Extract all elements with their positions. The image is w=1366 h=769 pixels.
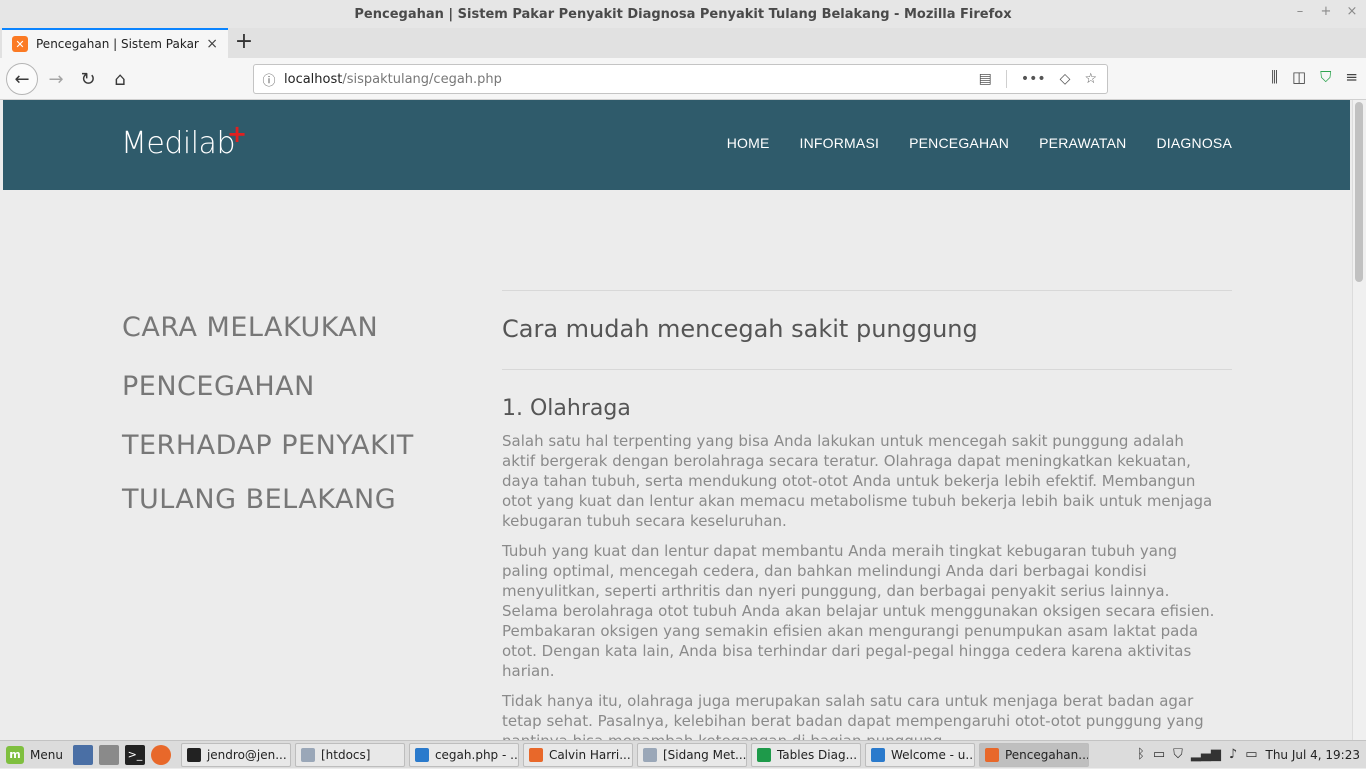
divider [502, 369, 1232, 370]
shield-icon[interactable]: ⛉ [1320, 68, 1331, 86]
quick-launch: >_ [69, 744, 175, 765]
forward-button[interactable]: → [40, 63, 72, 95]
reload-button[interactable]: ↻ [72, 63, 104, 95]
show-desktop-icon[interactable] [72, 744, 93, 765]
paragraph: Tubuh yang kuat dan lentur dapat membant… [502, 542, 1215, 680]
left-heading-line: TULANG BELAKANG [122, 484, 397, 515]
task-label: jendro@jen... [206, 747, 287, 762]
taskbar: m Menu >_ jendro@jen... [htdocs] cegah.p… [0, 740, 1366, 768]
menu-item-pencegahan[interactable]: PENCEGAHAN [909, 135, 1009, 151]
tab-strip: ✕ Pencegahan | Sistem Pakar P × + [0, 28, 1366, 58]
article: Cara mudah mencegah sakit punggung 1. Ol… [502, 290, 1232, 740]
window-titlebar: Pencegahan | Sistem Pakar Penyakit Diagn… [0, 0, 1366, 28]
url-separator [1005, 70, 1007, 88]
volume-icon[interactable]: ♪ [1229, 747, 1237, 762]
system-tray: ᛒ ▭ ⛉ ▂▄▆ ♪ ▭ Thu Jul 4, 19:23 [1137, 747, 1366, 762]
menu-label: Menu [30, 747, 63, 762]
site-menu: HOME INFORMASI PENCEGAHAN PERAWATAN DIAG… [727, 135, 1232, 151]
pocket-icon[interactable]: ◇ [1060, 71, 1071, 87]
navigation-toolbar: ← → ↻ ⌂ ⓘ localhost/sispaktulang/cegah.p… [0, 58, 1366, 100]
clock[interactable]: Thu Jul 4, 19:23 [1266, 748, 1361, 762]
task-label: [htdocs] [320, 747, 371, 762]
bookmark-star-icon[interactable]: ☆ [1084, 71, 1097, 87]
menu-item-home[interactable]: HOME [727, 135, 770, 151]
scrollbar-thumb[interactable] [1355, 102, 1363, 282]
url-bar[interactable]: ⓘ localhost/sispaktulang/cegah.php ▤ •••… [253, 64, 1108, 94]
sidebar-icon[interactable]: ◫ [1292, 68, 1306, 86]
task-label: Pencegahan... [1004, 747, 1089, 762]
bluetooth-icon[interactable]: ᛒ [1137, 747, 1145, 762]
tab-title: Pencegahan | Sistem Pakar P [36, 37, 200, 51]
sheets-icon [756, 747, 771, 762]
left-heading-line: PENCEGAHAN [122, 371, 315, 402]
page-actions-icon[interactable]: ••• [1021, 71, 1046, 87]
task-firefox-pencegahan[interactable]: Pencegahan... [978, 742, 1089, 767]
task-firefox-calvin[interactable]: Calvin Harri... [522, 742, 633, 767]
page-viewport: Medilab + HOME INFORMASI PENCEGAHAN PERA… [0, 100, 1366, 740]
site-info-icon[interactable]: ⓘ [254, 70, 284, 89]
site-logo[interactable]: Medilab [121, 126, 235, 161]
window-controls: – + × [1294, 4, 1358, 19]
site-header: Medilab + HOME INFORMASI PENCEGAHAN PERA… [3, 100, 1350, 190]
menu-item-perawatan[interactable]: PERAWATAN [1039, 135, 1126, 151]
task-vscode-cegah[interactable]: cegah.php - ... [408, 742, 519, 767]
toolbar-right: ⫼ ◫ ⛉ ≡ [1271, 68, 1358, 86]
left-heading-line: TERHADAP PENYAKIT [122, 430, 414, 461]
terminal-icon [186, 747, 201, 762]
tab-pencegahan[interactable]: ✕ Pencegahan | Sistem Pakar P × [2, 28, 228, 58]
paragraph: Salah satu hal terpenting yang bisa Anda… [502, 432, 1213, 530]
window-title: Pencegahan | Sistem Pakar Penyakit Diagn… [354, 6, 1012, 22]
task-label: cegah.php - ... [434, 747, 519, 762]
terminal-icon[interactable]: >_ [124, 744, 145, 765]
file-manager-icon[interactable] [98, 744, 119, 765]
divider [502, 290, 1232, 291]
reader-view-icon[interactable]: ▤ [979, 71, 992, 87]
logo-plus-icon: + [227, 120, 248, 148]
url-host: localhost [284, 71, 343, 87]
close-window-icon[interactable]: × [1346, 4, 1358, 19]
hamburger-menu-icon[interactable]: ≡ [1345, 68, 1358, 86]
task-htdocs[interactable]: [htdocs] [294, 742, 405, 767]
subsection-title: 1. Olahraga [502, 396, 631, 421]
maximize-icon[interactable]: + [1320, 4, 1332, 19]
task-sidang[interactable]: [Sidang Met... [636, 742, 747, 767]
firefox-icon [984, 747, 999, 762]
task-label: [Sidang Met... [662, 747, 747, 762]
mint-logo-icon: m [6, 745, 24, 764]
left-heading: CARA MELAKUKAN PENCEGAHAN TERHADAP PENYA… [122, 298, 462, 524]
library-icon[interactable]: ⫼ [1271, 68, 1278, 86]
task-label: Welcome - u... [890, 747, 975, 762]
vscode-icon [414, 747, 429, 762]
xampp-favicon-icon: ✕ [12, 36, 28, 52]
task-terminal[interactable]: jendro@jen... [180, 742, 291, 767]
network-icon[interactable]: ▂▄▆ [1191, 747, 1221, 762]
task-vscode-welcome[interactable]: Welcome - u... [864, 742, 975, 767]
tab-close-icon[interactable]: × [206, 36, 218, 52]
task-tables[interactable]: Tables Diag... [750, 742, 861, 767]
paragraph: Tidak hanya itu, olahraga juga merupakan… [502, 692, 1204, 740]
task-label: Tables Diag... [776, 747, 858, 762]
task-label: Calvin Harri... [548, 747, 631, 762]
start-menu-button[interactable]: m Menu [0, 741, 69, 769]
vscode-icon [870, 747, 885, 762]
url-text[interactable]: localhost/sispaktulang/cegah.php [284, 72, 979, 87]
back-button[interactable]: ← [6, 63, 38, 95]
minimize-icon[interactable]: – [1294, 4, 1306, 19]
menu-item-diagnosa[interactable]: DIAGNOSA [1156, 135, 1232, 151]
url-path: /sispaktulang/cegah.php [342, 71, 502, 87]
security-icon[interactable]: ⛉ [1173, 747, 1183, 762]
home-button[interactable]: ⌂ [104, 63, 136, 95]
left-heading-line: CARA MELAKUKAN [122, 312, 379, 343]
section-title: Cara mudah mencegah sakit punggung [502, 315, 978, 343]
display-icon[interactable]: ▭ [1153, 747, 1165, 762]
menu-item-informasi[interactable]: INFORMASI [800, 135, 880, 151]
firefox-icon [528, 747, 543, 762]
task-list: jendro@jen... [htdocs] cegah.php - ... C… [180, 742, 1089, 767]
new-tab-button[interactable]: + [232, 30, 256, 54]
folder-icon [300, 747, 315, 762]
battery-icon[interactable]: ▭ [1245, 747, 1257, 762]
page-scrollbar[interactable] [1352, 100, 1366, 740]
firefox-icon[interactable] [150, 744, 171, 765]
folder-icon [642, 747, 657, 762]
